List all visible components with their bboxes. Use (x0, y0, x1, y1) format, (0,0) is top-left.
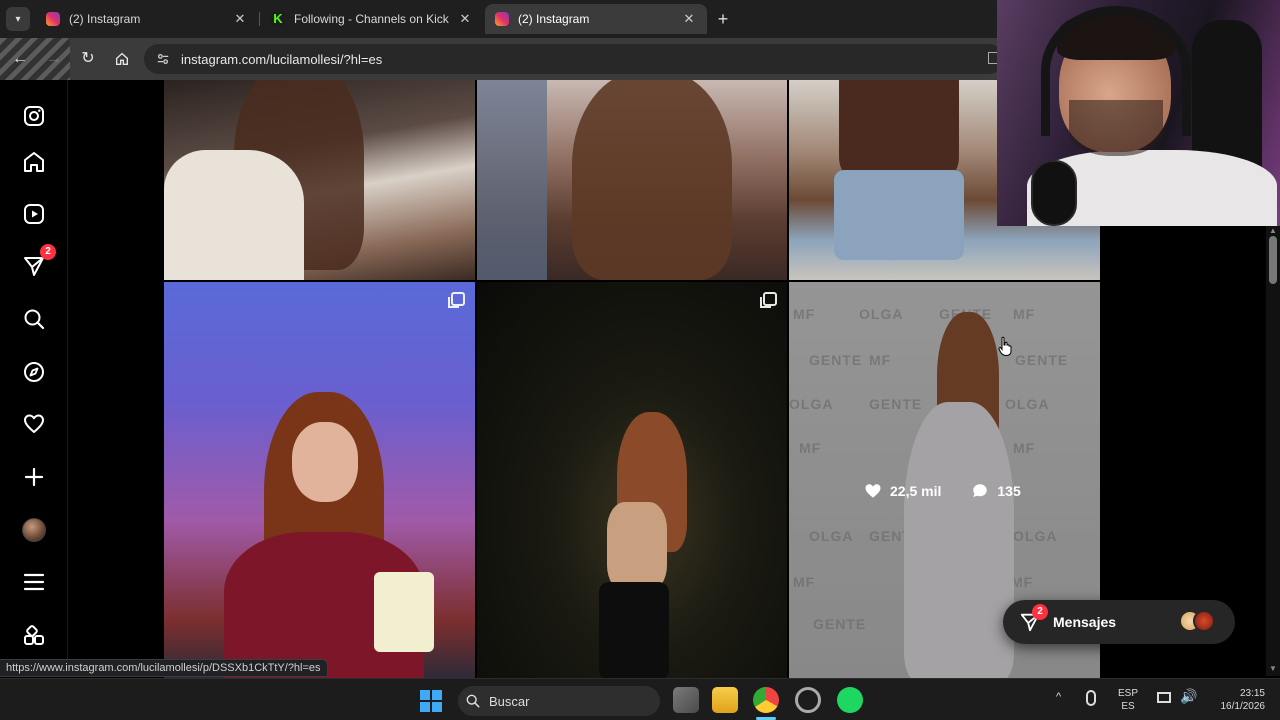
photo-detail (374, 572, 434, 652)
task-view-icon[interactable] (673, 687, 699, 713)
scroll-up-icon[interactable]: ▲ (1269, 226, 1277, 235)
notifications-icon[interactable] (20, 410, 48, 438)
post-thumbnail[interactable] (477, 282, 787, 680)
search-placeholder: Buscar (489, 694, 530, 709)
site-settings-icon[interactable] (156, 52, 170, 66)
post-stats: 22,5 mil 135 (864, 482, 1021, 500)
forward-icon[interactable]: → (43, 48, 65, 70)
tab-instagram-1[interactable]: (2) Instagram ✕ (36, 4, 258, 34)
url-text: instagram.com/lucilamollesi/?hl=es (181, 52, 383, 67)
chrome-icon[interactable] (753, 687, 779, 713)
home-icon[interactable] (20, 148, 48, 176)
new-tab-button[interactable]: + (713, 9, 733, 29)
obs-icon[interactable] (795, 687, 821, 713)
volume-icon[interactable]: 🔊 (1180, 688, 1197, 705)
tab-kick[interactable]: K Following - Channels on Kick ✕ (261, 4, 483, 34)
carousel-icon (760, 292, 777, 308)
scroll-down-icon[interactable]: ▼ (1269, 664, 1277, 673)
comment-icon (973, 484, 988, 497)
windows-taskbar: Buscar ^ ESP ES 🔊 23:15 16/1/2026 (0, 678, 1280, 720)
photo-detail (834, 170, 964, 260)
search-icon[interactable] (20, 305, 48, 333)
notification-badge: 2 (1032, 604, 1048, 620)
file-explorer-icon[interactable] (712, 687, 738, 713)
messages-button[interactable]: 2 Mensajes (1003, 600, 1235, 644)
messages-icon-wrap: 2 (1019, 604, 1048, 633)
spotify-icon[interactable] (837, 687, 863, 713)
post-thumbnail[interactable] (477, 80, 787, 280)
tab-title: (2) Instagram (69, 12, 141, 26)
chevron-up-icon[interactable]: ^ (1056, 691, 1061, 703)
photo-detail (164, 150, 304, 280)
also-from-meta-icon[interactable] (20, 622, 48, 650)
taskbar-search[interactable]: Buscar (458, 686, 660, 716)
photo-subject (572, 80, 732, 280)
profile-avatar[interactable] (20, 516, 48, 544)
link-status-bar: https://www.instagram.com/lucilamollesi/… (0, 659, 328, 677)
more-menu-icon[interactable] (20, 568, 48, 596)
tab-title: (2) Instagram (518, 12, 590, 26)
likes-value: 22,5 mil (890, 483, 942, 499)
headphones (1041, 6, 1191, 136)
back-icon[interactable]: ← (9, 48, 31, 70)
comments-value: 135 (997, 483, 1021, 499)
tab-title: Following - Channels on Kick (294, 12, 449, 26)
windows-start-icon[interactable] (420, 690, 442, 712)
screen: ▾ (2) Instagram ✕ K Following - Channels… (0, 0, 1280, 720)
reels-icon[interactable] (20, 200, 48, 228)
instagram-sidebar: 2 (0, 80, 68, 660)
reload-icon[interactable]: ↻ (77, 48, 99, 70)
contact-avatar (1193, 610, 1215, 632)
date: 16/1/2026 (1220, 701, 1266, 712)
address-bar[interactable]: instagram.com/lucilamollesi/?hl=es (144, 44, 1004, 74)
tab-search-button[interactable]: ▾ (6, 7, 30, 31)
tab-divider (259, 12, 260, 26)
scroll-thumb[interactable] (1269, 236, 1277, 284)
time: 23:15 (1239, 688, 1265, 699)
heart-icon (865, 484, 881, 498)
clock[interactable]: 23:15 16/1/2026 (1205, 687, 1266, 713)
recent-contacts (1179, 610, 1219, 634)
notification-badge: 2 (40, 244, 56, 260)
page-scrollbar[interactable]: ▲ ▼ (1266, 226, 1280, 676)
language-code: ESP (1117, 688, 1138, 699)
hand-cursor-icon (998, 336, 1012, 356)
microphone (1031, 160, 1077, 226)
carousel-icon (448, 292, 465, 308)
instagram-icon (46, 12, 60, 26)
keyboard-layout: ES (1121, 701, 1135, 712)
photo-detail (477, 80, 547, 280)
input-language[interactable]: ESP ES (1114, 687, 1142, 713)
tab-instagram-active[interactable]: (2) Instagram ✕ (485, 4, 707, 34)
network-icon[interactable] (1157, 692, 1171, 703)
post-thumbnail[interactable] (164, 282, 475, 680)
webcam-overlay (997, 0, 1280, 226)
comment-count: 135 (971, 482, 1021, 500)
like-count: 22,5 mil (864, 482, 941, 500)
avatar (22, 518, 46, 542)
search-icon (466, 694, 480, 708)
instagram-icon (495, 12, 509, 26)
close-icon[interactable]: ✕ (232, 11, 248, 27)
explore-icon[interactable] (20, 358, 48, 386)
home-button-icon[interactable] (111, 48, 133, 70)
photo-face (292, 422, 358, 502)
create-icon[interactable] (20, 463, 48, 491)
close-icon[interactable]: ✕ (681, 11, 697, 27)
messages-icon[interactable]: 2 (20, 244, 56, 280)
close-icon[interactable]: ✕ (457, 11, 473, 27)
post-thumbnail[interactable] (164, 80, 475, 280)
instagram-logo-icon[interactable] (20, 102, 48, 130)
kick-icon: K (271, 12, 285, 26)
photo-detail (607, 502, 667, 592)
photo-detail (599, 582, 669, 680)
messages-label: Mensajes (1053, 614, 1117, 630)
microphone-icon[interactable] (1086, 690, 1096, 706)
